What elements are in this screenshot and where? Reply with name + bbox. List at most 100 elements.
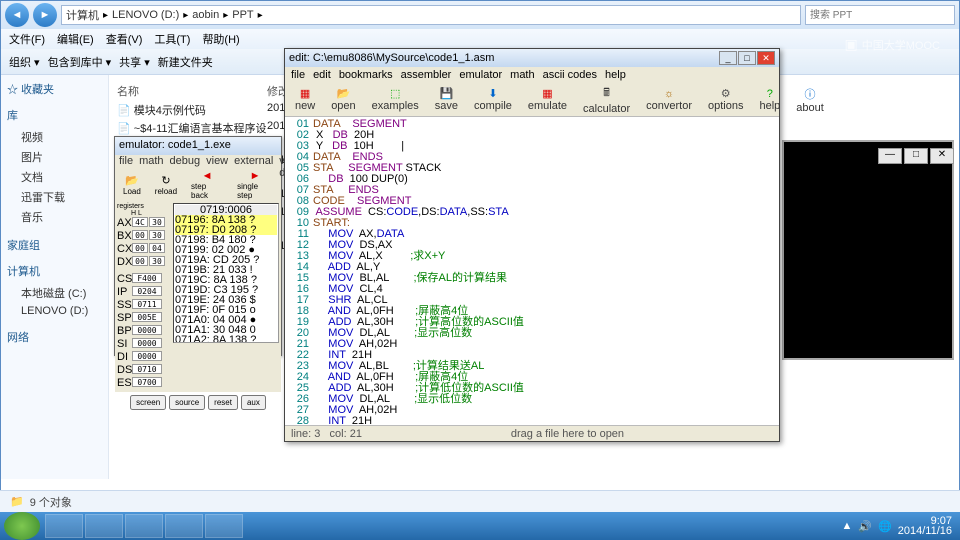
reg-h[interactable] xyxy=(132,243,148,253)
emu-menu-math[interactable]: math xyxy=(139,155,163,169)
sidebar-libraries[interactable]: 库 xyxy=(7,107,102,123)
reg-l[interactable] xyxy=(149,256,165,266)
ed-menu-ascii[interactable]: ascii codes xyxy=(543,69,597,81)
calculator-button[interactable]: 🖩calculator xyxy=(583,84,630,115)
reg-val[interactable] xyxy=(132,351,162,361)
tb-include[interactable]: 包含到库中 ▾ xyxy=(48,54,112,70)
sidebar-item-drive-c[interactable]: 本地磁盘 (C:) xyxy=(7,283,102,303)
sidebar-homegroup[interactable]: 家庭组 xyxy=(7,237,102,253)
tray-icon[interactable]: 🌐 xyxy=(878,520,892,533)
maximize-button[interactable]: □ xyxy=(738,51,756,65)
sidebar-item-drive-d[interactable]: LENOVO (D:) xyxy=(7,303,102,319)
reg-val[interactable] xyxy=(132,299,162,309)
sidebar-favorites[interactable]: ☆ 收藏夹 xyxy=(7,81,102,97)
breadcrumb-item[interactable]: 计算机 xyxy=(66,7,99,23)
tb-organize[interactable]: 组织 ▾ xyxy=(9,54,40,70)
reg-val[interactable] xyxy=(132,273,162,283)
search-input[interactable] xyxy=(805,5,955,25)
reg-l[interactable] xyxy=(149,217,165,227)
tray-icon[interactable]: ▲ xyxy=(841,520,852,532)
reg-l[interactable] xyxy=(149,230,165,240)
reg-h[interactable] xyxy=(132,217,148,227)
maximize-button[interactable]: □ xyxy=(904,148,928,164)
sidebar-network[interactable]: 网络 xyxy=(7,329,102,345)
disasm-line[interactable]: 071A2: 8A 138 ? xyxy=(175,335,277,343)
start-button[interactable] xyxy=(4,512,40,540)
menu-tools[interactable]: 工具(T) xyxy=(154,31,190,47)
tray-icon[interactable]: 🔊 xyxy=(858,520,872,533)
ed-menu-file[interactable]: file xyxy=(291,69,305,81)
singlestep-button[interactable]: ►single step xyxy=(237,170,273,200)
ed-menu-bookmarks[interactable]: bookmarks xyxy=(339,69,393,81)
breadcrumb-item[interactable]: PPT xyxy=(232,9,253,21)
reload-button[interactable]: ↻reload xyxy=(155,174,177,196)
task-ie[interactable] xyxy=(45,514,83,538)
emu-menu-view[interactable]: view xyxy=(206,155,228,169)
forward-button[interactable]: ► xyxy=(33,3,57,27)
sidebar-item-documents[interactable]: 文档 xyxy=(7,167,102,187)
code-editor[interactable]: 01 02 03 04 05 06 07 08 09 10 11 12 13 1… xyxy=(285,117,779,425)
reg-l[interactable] xyxy=(149,243,165,253)
sidebar-item-video[interactable]: 视频 xyxy=(7,127,102,147)
column-name[interactable]: 名称 xyxy=(117,83,267,99)
convertor-button[interactable]: ☼convertor xyxy=(646,88,692,112)
stepback-button[interactable]: ◄step back xyxy=(191,170,223,200)
minimize-button[interactable]: — xyxy=(878,148,902,164)
task-ppt[interactable] xyxy=(205,514,243,538)
emu-menu-file[interactable]: file xyxy=(119,155,133,169)
ed-menu-emulator[interactable]: emulator xyxy=(459,69,502,81)
reg-val[interactable] xyxy=(132,325,162,335)
tb-share[interactable]: 共享 ▾ xyxy=(119,54,150,70)
ed-menu-math[interactable]: math xyxy=(510,69,534,81)
help-button[interactable]: ?help xyxy=(759,88,780,112)
task-app1[interactable] xyxy=(125,514,163,538)
task-explorer[interactable] xyxy=(85,514,123,538)
minimize-button[interactable]: _ xyxy=(719,51,737,65)
reg-val[interactable] xyxy=(132,312,162,322)
menu-view[interactable]: 查看(V) xyxy=(106,31,143,47)
save-button[interactable]: 💾save xyxy=(435,87,458,112)
sidebar-item-pictures[interactable]: 图片 xyxy=(7,147,102,167)
emu-menu-external[interactable]: external xyxy=(234,155,273,169)
close-button[interactable]: ✕ xyxy=(757,51,775,65)
breadcrumb[interactable]: 计算机 ▸ LENOVO (D:) ▸ aobin ▸ PPT ▸ xyxy=(61,5,801,25)
reg-val[interactable] xyxy=(132,338,162,348)
breadcrumb-item[interactable]: LENOVO (D:) xyxy=(112,9,179,21)
reg-h[interactable] xyxy=(132,230,148,240)
load-button[interactable]: 📂Load xyxy=(123,174,141,196)
open-button[interactable]: 📂open xyxy=(331,87,355,112)
editor-titlebar[interactable]: edit: C:\emu8086\MySource\code1_1.asm _ … xyxy=(285,49,779,67)
reg-h[interactable] xyxy=(132,256,148,266)
console-window[interactable] xyxy=(782,140,954,360)
new-button[interactable]: ▦new xyxy=(295,87,315,112)
reg-val[interactable] xyxy=(132,286,162,296)
back-button[interactable]: ◄ xyxy=(5,3,29,27)
examples-button[interactable]: ⬚examples xyxy=(372,87,419,112)
system-tray[interactable]: ▲ 🔊 🌐 9:07 2014/11/16 xyxy=(833,516,960,536)
menu-edit[interactable]: 编辑(E) xyxy=(57,31,94,47)
disassembly-panel[interactable]: 0719:0006 07196: 8A 138 ?07197: D0 208 ?… xyxy=(173,203,279,343)
reg-val[interactable] xyxy=(132,364,162,374)
compile-button[interactable]: ⬇compile xyxy=(474,87,512,112)
sidebar-item-thunder[interactable]: 迅雷下载 xyxy=(7,187,102,207)
reset-button[interactable]: reset xyxy=(208,395,238,410)
code-text[interactable]: DATA SEGMENT X DB 20H Y DB 10H | DATA EN… xyxy=(313,119,524,423)
source-button[interactable]: source xyxy=(169,395,205,410)
close-button[interactable]: ✕ xyxy=(930,148,954,164)
sidebar-computer[interactable]: 计算机 xyxy=(7,263,102,279)
sidebar-item-music[interactable]: 音乐 xyxy=(7,207,102,227)
task-app2[interactable] xyxy=(165,514,203,538)
breadcrumb-item[interactable]: aobin xyxy=(192,9,219,21)
aux-button[interactable]: aux xyxy=(241,395,266,410)
about-button[interactable]: ⓘabout xyxy=(796,86,824,114)
menu-file[interactable]: 文件(F) xyxy=(9,31,45,47)
reg-val[interactable] xyxy=(132,377,162,387)
emulate-button[interactable]: ▦emulate xyxy=(528,87,567,112)
emu-menu-debug[interactable]: debug xyxy=(170,155,201,169)
ed-menu-edit[interactable]: edit xyxy=(313,69,331,81)
screen-button[interactable]: screen xyxy=(130,395,166,410)
menu-help[interactable]: 帮助(H) xyxy=(202,31,239,47)
emulator-titlebar[interactable]: emulator: code1_1.exe xyxy=(115,137,281,155)
options-button[interactable]: ⚙options xyxy=(708,87,743,112)
ed-menu-help[interactable]: help xyxy=(605,69,626,81)
